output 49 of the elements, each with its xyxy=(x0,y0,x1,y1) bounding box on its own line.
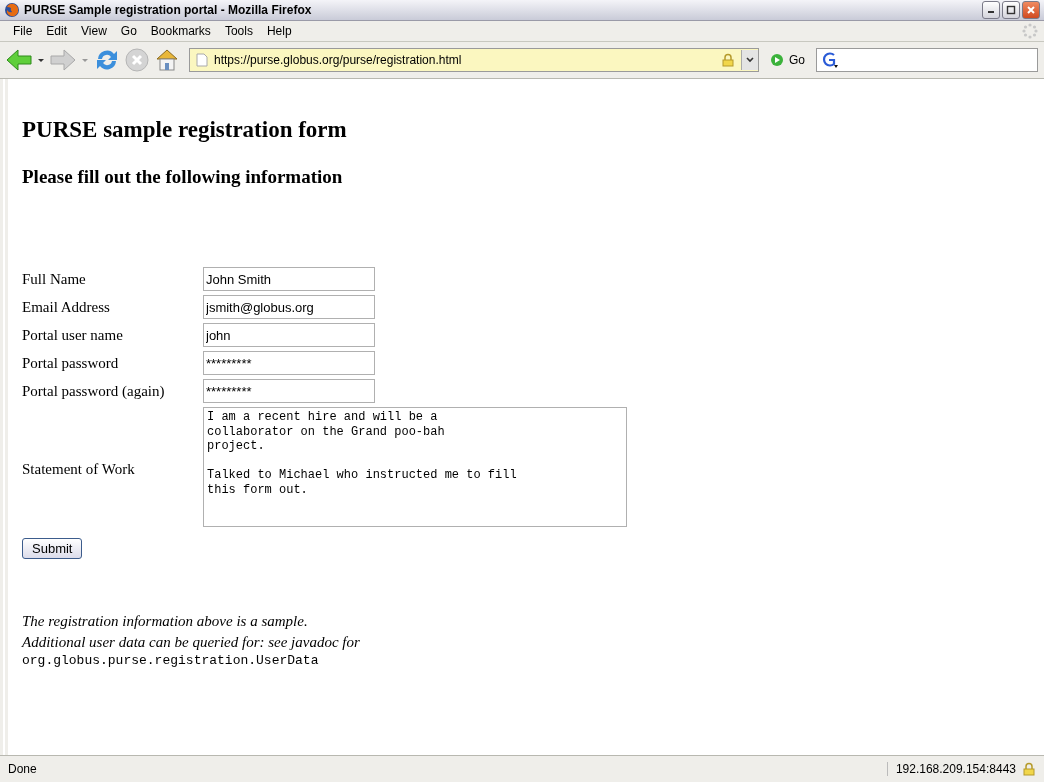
input-field[interactable]: john xyxy=(203,323,375,347)
input-field[interactable]: ********* xyxy=(203,351,375,375)
class-name-text: org.globus.purse.registration.UserData xyxy=(22,653,320,668)
note-text: Additional user data can be queried for: see javadoc for xyxy=(22,633,361,652)
note-text: The registration information above is a sample. xyxy=(22,612,309,631)
text-area[interactable]: I am a recent hire and will be a collaborator on the Grand poo-bah project. Talked to Michael who instructed me to fill this form out. xyxy=(203,407,627,527)
page-icon xyxy=(196,53,208,67)
stop-icon[interactable] xyxy=(125,48,149,72)
input-field[interactable]: jsmith@globus.org xyxy=(203,295,375,319)
close-icon xyxy=(1026,5,1036,15)
host-text: 192.168.209.154:8443 xyxy=(886,762,1016,776)
history-dropdown-button[interactable] xyxy=(741,50,758,70)
field-label: Portal password (again) xyxy=(22,382,165,399)
search-engine-icon[interactable] xyxy=(820,51,840,69)
window-title: PURSE Sample registration portal - Mozilla Firefox xyxy=(24,3,313,17)
menu-item[interactable]: Edit xyxy=(39,24,75,38)
play-icon[interactable] xyxy=(770,53,784,67)
menu-item[interactable]: Go xyxy=(113,24,144,38)
field-label: Portal user name xyxy=(22,326,123,343)
address-field[interactable]: https://purse.globus.org/purse/registration.html xyxy=(189,48,759,72)
home-icon[interactable] xyxy=(154,47,180,73)
search-field[interactable] xyxy=(816,48,1038,72)
lock-icon xyxy=(1022,762,1036,776)
back-icon[interactable] xyxy=(6,48,32,72)
page-subheading: Please fill out the following information xyxy=(22,166,344,188)
menu-item[interactable]: Help xyxy=(259,24,299,38)
menu-item[interactable]: View xyxy=(74,24,114,38)
input-field[interactable]: John Smith xyxy=(203,267,375,291)
field-label: Statement of Work xyxy=(22,460,135,477)
dropdown-arrow-icon[interactable] xyxy=(37,56,45,64)
minimize-button[interactable] xyxy=(982,1,1000,19)
firefox-icon xyxy=(4,2,20,18)
close-button[interactable] xyxy=(1022,1,1040,19)
menu-item[interactable]: File xyxy=(6,24,40,38)
forward-icon[interactable] xyxy=(50,48,76,72)
maximize-icon xyxy=(1006,5,1016,15)
field-label: Portal password xyxy=(22,354,119,371)
field-label: Full Name xyxy=(22,270,86,287)
caret-icon xyxy=(746,56,754,64)
page-heading: PURSE sample registration form xyxy=(22,117,348,143)
input-field[interactable]: ********* xyxy=(203,379,375,403)
menu-item[interactable]: Bookmarks xyxy=(143,24,218,38)
maximize-button[interactable] xyxy=(1002,1,1020,19)
go-button[interactable]: Go xyxy=(789,53,805,67)
url-text: https://purse.globus.org/purse/registration.html xyxy=(214,53,463,67)
submit-button[interactable]: Submit xyxy=(22,538,83,559)
menu-item[interactable]: Tools xyxy=(217,24,260,38)
status-text: Done xyxy=(8,762,38,776)
field-label: Email Address xyxy=(22,298,110,315)
